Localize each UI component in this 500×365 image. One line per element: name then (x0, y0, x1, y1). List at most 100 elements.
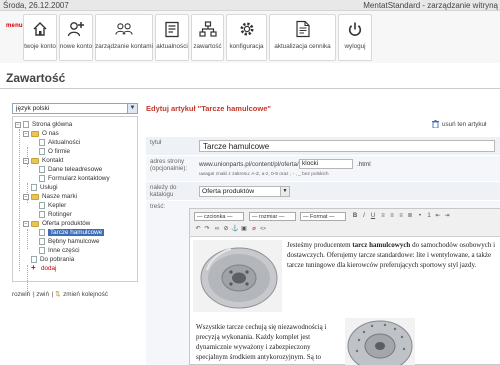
tree-item-strona-glowna[interactable]: − Strona główna (15, 120, 72, 129)
font-select[interactable]: — czcionka — (194, 212, 244, 221)
gear-icon (238, 19, 256, 39)
reorder-link[interactable]: zmień kolejność (63, 291, 108, 298)
toolbar-button-manage-accounts[interactable]: zarządzanie kontami (95, 14, 153, 61)
tree-item-nasze-marki[interactable]: − Nasze marki (23, 192, 77, 201)
paragraph-1: Jesteśmy producentem tarcz hamulcowych d… (287, 240, 498, 270)
sitemap-icon (198, 19, 217, 39)
page-icon (39, 175, 45, 182)
tree-item-formularz-kontaktowy[interactable]: Formularz kontaktowy (39, 174, 110, 183)
image-icon[interactable]: ▣ (240, 225, 248, 233)
outdent-icon[interactable]: ⇤ (434, 212, 442, 220)
tree-item-kontakt[interactable]: − Kontakt (23, 156, 63, 165)
tree-item-o-firmie[interactable]: O firmie (39, 147, 70, 156)
undo-icon[interactable]: ↶ (194, 225, 202, 233)
paragraph-1-start: Jesteśmy producentem (287, 241, 353, 249)
toolbar-label: zawartość (193, 43, 222, 50)
align-right-icon[interactable]: ≡ (397, 212, 405, 220)
tree-item-o-nas[interactable]: − O nas (23, 129, 59, 138)
expand-all-link[interactable]: rozwiń (12, 291, 30, 298)
page-icon (31, 256, 37, 263)
tree-item-bebny-hamulcowe[interactable]: Bębny hamulcowe (39, 237, 99, 246)
tree-item-dane-teleadresowe[interactable]: Dane teleadresowe (39, 165, 102, 174)
toolbar-button-news[interactable]: aktualności (155, 14, 189, 61)
editor-toolbar: — czcionka — — rozmiar — — Format — B I … (190, 209, 500, 237)
page-icon (39, 148, 45, 155)
bullet-list-icon[interactable]: • (416, 212, 424, 220)
plus-icon: + (31, 263, 36, 272)
page-icon (23, 121, 29, 128)
main-toolbar: twoje konto nowe konto zarządzanie konta… (23, 14, 372, 63)
tree-item-label: Rotinger (48, 211, 72, 218)
reorder-icon: ⇅ (55, 291, 61, 298)
tree-item-label: Kepler (48, 202, 67, 209)
toolbar-button-configuration[interactable]: konfiguracja (226, 14, 267, 61)
edit-article-heading: Edytuj artykuł "Tarcze hamulcowe" (146, 104, 271, 113)
page-icon (39, 229, 45, 236)
underline-icon[interactable]: U (369, 212, 377, 220)
tree-item-rotinger[interactable]: Rotinger (39, 210, 72, 219)
toolbar-button-logout[interactable]: wyloguj (338, 14, 372, 61)
tree-item-add[interactable]: + dodaj (31, 264, 56, 273)
tree-item-kepler[interactable]: Kepler (39, 201, 66, 210)
unlink-icon[interactable]: ⊘ (222, 225, 230, 233)
tree-item-tarcze-hamulcowe[interactable]: Tarcze hamulcowe (39, 228, 105, 237)
page-icon (39, 139, 45, 146)
page-icon (39, 247, 45, 254)
bold-icon[interactable]: B (351, 212, 359, 220)
anchor-icon[interactable]: ⚓ (231, 225, 239, 233)
url-prefix: www.unionparts.pl/content/pl/oferta/ (199, 161, 299, 168)
toolbar-button-your-account[interactable]: twoje konto (23, 14, 57, 61)
paragraph-2: Wszystkie tarcze cechują się niezawodnoś… (196, 323, 327, 361)
toolbar-button-new-account[interactable]: nowe konto (59, 14, 93, 61)
category-select-value: Oferta produktów (202, 188, 255, 195)
italic-icon[interactable]: I (360, 212, 368, 220)
toolbar-label: konfiguracja (229, 43, 264, 50)
tree-item-inne-czesci[interactable]: Inne części (39, 246, 80, 255)
page-icon (39, 238, 45, 245)
html-source-icon[interactable]: <> (259, 225, 267, 233)
delete-article-link[interactable]: usuń ten artykuł (432, 120, 486, 129)
tree-item-label: Tarcze hamulcowe (48, 229, 105, 236)
toolbar-label: zarządzanie kontami (95, 43, 153, 50)
toolbar-button-content[interactable]: zawartość (191, 14, 224, 61)
collapse-icon[interactable]: − (23, 193, 29, 200)
tree-item-aktualnosci[interactable]: Aktualności (39, 138, 80, 147)
tree-item-label: Oferta produktów (42, 220, 91, 227)
format-select[interactable]: — Format — (300, 212, 346, 221)
cleanup-icon[interactable]: ⌀ (250, 225, 258, 233)
menu-label: menu (6, 23, 23, 29)
collapse-icon[interactable]: − (23, 220, 29, 227)
url-note: uwaga! znaki z zakresu: A-Z, a-z, 0-9 or… (199, 172, 329, 177)
url-slug-input[interactable]: klocki (299, 159, 353, 169)
tree-guide-line (19, 129, 20, 271)
collapse-icon[interactable]: − (15, 121, 21, 128)
align-center-icon[interactable]: ≡ (388, 212, 396, 220)
link-icon[interactable]: ∞ (213, 225, 221, 233)
tree-item-uslugi[interactable]: Usługi (31, 183, 58, 192)
numbered-list-icon[interactable]: 1 (425, 212, 433, 220)
chevron-down-icon: ▼ (127, 104, 137, 113)
toolbar-button-update-pricelist[interactable]: aktualizacja cennika (269, 14, 336, 61)
indent-icon[interactable]: ⇥ (443, 212, 451, 220)
title-label: tytuł (150, 139, 162, 146)
folder-icon (31, 193, 39, 200)
language-select[interactable]: język polski ▼ (12, 103, 138, 114)
redo-icon[interactable]: ↷ (203, 225, 211, 233)
language-select-value: język polski (16, 105, 50, 112)
collapse-icon[interactable]: − (23, 157, 29, 164)
current-date: Środa, 26.12.2007 (3, 1, 69, 10)
collapse-icon[interactable]: − (23, 130, 29, 137)
tree-item-do-pobrania[interactable]: Do pobrania (31, 255, 74, 264)
category-row: należy do katalogu Oferta produktów ▼ (146, 182, 500, 200)
collapse-all-link[interactable]: zwiń (36, 291, 49, 298)
tree-item-label: Dane teleadresowe (48, 166, 103, 173)
tree-item-oferta-produktow[interactable]: − Oferta produktów (23, 219, 90, 228)
editor-content[interactable]: Jesteśmy producentem tarcz hamulcowych d… (190, 238, 500, 365)
size-select[interactable]: — rozmiar — (249, 212, 296, 221)
news-icon (163, 19, 181, 39)
title-input[interactable]: Tarcze hamulcowe (199, 140, 495, 152)
align-left-icon[interactable]: ≡ (379, 212, 387, 220)
category-select[interactable]: Oferta produktów ▼ (199, 186, 290, 197)
tree-item-label: O nas (42, 130, 59, 137)
justify-icon[interactable]: ≣ (406, 212, 414, 220)
